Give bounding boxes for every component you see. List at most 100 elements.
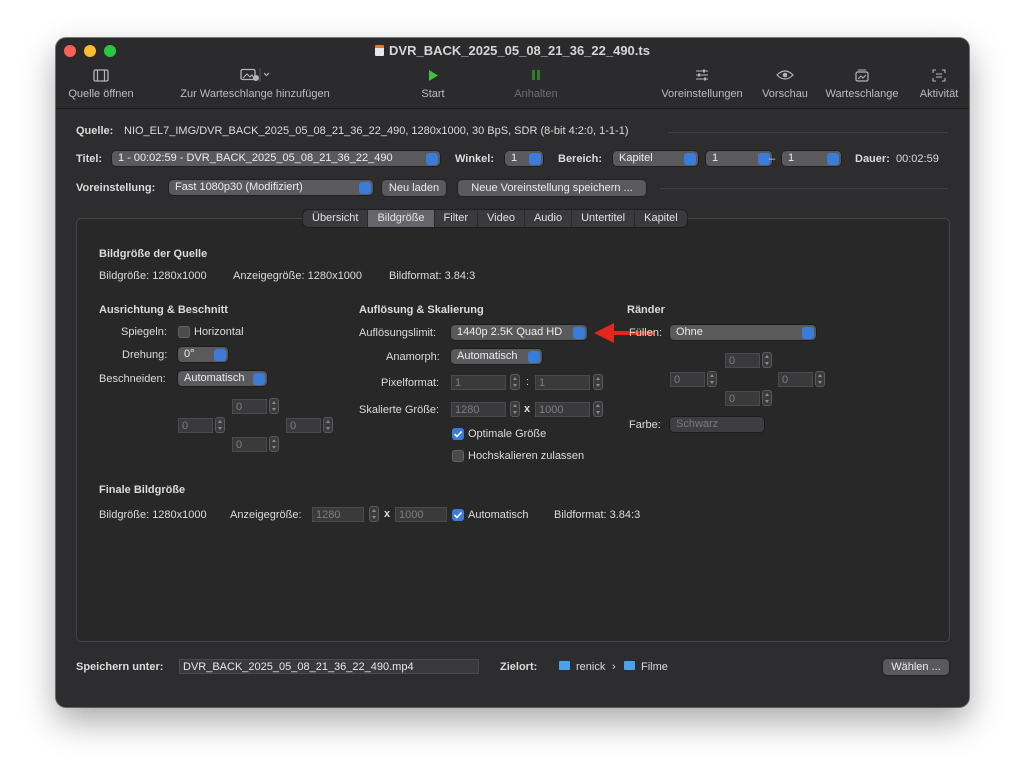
crop-mode-select[interactable]: Automatisch bbox=[178, 371, 267, 386]
crop-left-stepper[interactable] bbox=[215, 417, 225, 433]
activity-icon bbox=[932, 68, 946, 82]
mirror-horizontal-checkbox[interactable] bbox=[178, 326, 190, 338]
rotation-select[interactable]: 0° bbox=[178, 347, 228, 362]
start-button[interactable]: Start bbox=[408, 66, 458, 100]
tab-video[interactable]: Video bbox=[478, 210, 525, 227]
final-display-width-stepper[interactable] bbox=[369, 506, 379, 522]
tab-filter[interactable]: Filter bbox=[435, 210, 478, 227]
source-display-size: Anzeigegröße: 1280x1000 bbox=[233, 270, 363, 282]
tab-subtitles[interactable]: Untertitel bbox=[572, 210, 636, 227]
title-select[interactable]: 1 - 00:02:59 - DVR_BACK_2025_05_08_21_36… bbox=[112, 151, 440, 166]
crop-top-field[interactable]: 0 bbox=[232, 399, 267, 414]
allow-upscale-checkbox[interactable] bbox=[452, 450, 464, 462]
final-display-label: Anzeigegröße: bbox=[230, 509, 302, 521]
tab-dimensions[interactable]: Bildgröße bbox=[368, 210, 435, 227]
final-display-x: x bbox=[384, 508, 391, 520]
tab-overview[interactable]: Übersicht bbox=[303, 210, 369, 227]
save-as-label: Speichern unter: bbox=[76, 661, 164, 673]
anamorphic-label: Anamorph: bbox=[386, 351, 440, 363]
pixel-height-field[interactable]: 1 bbox=[535, 375, 590, 390]
presets-button[interactable]: Voreinstellungen bbox=[657, 66, 747, 100]
crop-bottom-field[interactable]: 0 bbox=[232, 437, 267, 452]
resolution-limit-select[interactable]: 1440p 2.5K Quad HD bbox=[451, 325, 587, 340]
rotation-label: Drehung: bbox=[122, 349, 168, 361]
preset-separator bbox=[660, 188, 948, 189]
range-type-select[interactable]: Kapitel bbox=[613, 151, 698, 166]
crop-bottom-stepper[interactable] bbox=[269, 436, 279, 452]
optimal-size-checkbox[interactable] bbox=[452, 428, 464, 440]
tab-bar: Übersicht Bildgröße Filter Video Audio U… bbox=[303, 210, 687, 227]
final-display-height-field[interactable]: 1000 bbox=[395, 507, 447, 522]
add-to-queue-icon bbox=[240, 68, 270, 82]
reload-preset-button[interactable]: Neu laden bbox=[382, 180, 446, 196]
checkmark-icon bbox=[453, 511, 463, 519]
add-to-queue-label: Zur Warteschlange hinzufügen bbox=[180, 88, 330, 100]
folder-icon bbox=[559, 661, 570, 670]
border-color-select[interactable]: Schwarz bbox=[670, 417, 764, 432]
open-source-button[interactable]: Quelle öffnen bbox=[64, 66, 138, 100]
range-to-select[interactable]: 1 bbox=[782, 151, 841, 166]
border-right-field[interactable]: 0 bbox=[778, 372, 813, 387]
final-size-value: Bildgröße: 1280x1000 bbox=[99, 509, 207, 521]
checkmark-icon bbox=[453, 430, 463, 438]
crop-right-field[interactable]: 0 bbox=[286, 418, 321, 433]
border-top-stepper[interactable] bbox=[762, 352, 772, 368]
source-separator bbox=[668, 132, 948, 133]
crop-left-field[interactable]: 0 bbox=[178, 418, 213, 433]
border-left-field[interactable]: 0 bbox=[670, 372, 705, 387]
chevron-updown-icon bbox=[827, 152, 839, 165]
eye-icon bbox=[776, 70, 794, 80]
preset-select[interactable]: Fast 1080p30 (Modifiziert) bbox=[169, 180, 373, 195]
activity-label: Aktivität bbox=[919, 88, 959, 100]
destination-folder[interactable]: Filme bbox=[641, 661, 668, 673]
scaled-width-stepper[interactable] bbox=[510, 401, 520, 417]
pixel-width-stepper[interactable] bbox=[510, 374, 520, 390]
presets-label: Voreinstellungen bbox=[661, 88, 743, 100]
angle-select[interactable]: 1 bbox=[505, 151, 543, 166]
scaled-height-field[interactable]: 1000 bbox=[535, 402, 590, 417]
activity-button[interactable]: Aktivität bbox=[914, 66, 964, 100]
chevron-updown-icon bbox=[529, 152, 541, 165]
final-automatic-label: Automatisch bbox=[468, 509, 529, 521]
queue-button[interactable]: Warteschlange bbox=[820, 66, 904, 100]
scaled-width-field[interactable]: 1280 bbox=[451, 402, 506, 417]
final-automatic-checkbox[interactable] bbox=[452, 509, 464, 521]
add-to-queue-button[interactable]: Zur Warteschlange hinzufügen bbox=[172, 66, 338, 100]
border-top-field[interactable]: 0 bbox=[725, 353, 760, 368]
sliders-icon bbox=[696, 69, 708, 81]
chevron-updown-icon bbox=[684, 152, 696, 165]
border-bottom-stepper[interactable] bbox=[762, 390, 772, 406]
angle-label: Winkel: bbox=[455, 153, 495, 165]
crop-right-stepper[interactable] bbox=[323, 417, 333, 433]
source-label: Quelle: bbox=[76, 125, 114, 137]
choose-destination-button[interactable]: Wählen ... bbox=[883, 659, 949, 675]
pixel-height-stepper[interactable] bbox=[593, 374, 603, 390]
crop-top-stepper[interactable] bbox=[269, 398, 279, 414]
anamorphic-value: Automatisch bbox=[457, 350, 518, 362]
tab-audio[interactable]: Audio bbox=[525, 210, 573, 227]
fill-select[interactable]: Ohne bbox=[670, 325, 816, 340]
scaled-height-stepper[interactable] bbox=[593, 401, 603, 417]
source-size-heading: Bildgröße der Quelle bbox=[99, 248, 208, 260]
save-new-preset-button[interactable]: Neue Voreinstellung speichern ... bbox=[458, 180, 646, 196]
source-aspect: Bildformat: 3.84:3 bbox=[389, 270, 476, 282]
border-color-value: Schwarz bbox=[676, 418, 719, 430]
range-to-value: 1 bbox=[788, 152, 795, 164]
destination-label: Zielort: bbox=[500, 661, 538, 673]
scaled-x: x bbox=[524, 403, 531, 415]
title-bar: DVR_BACK_2025_05_08_21_36_22_490.ts Quel… bbox=[56, 38, 969, 109]
pixel-width-field[interactable]: 1 bbox=[451, 375, 506, 390]
border-right-stepper[interactable] bbox=[815, 371, 825, 387]
anamorphic-select[interactable]: Automatisch bbox=[451, 349, 542, 364]
range-from-select[interactable]: 1 bbox=[706, 151, 772, 166]
preview-button[interactable]: Vorschau bbox=[757, 66, 813, 100]
chevron-down-icon bbox=[359, 181, 371, 194]
tab-chapters[interactable]: Kapitel bbox=[635, 210, 687, 227]
border-left-stepper[interactable] bbox=[707, 371, 717, 387]
scaled-size-label: Skalierte Größe: bbox=[359, 404, 440, 416]
border-bottom-field[interactable]: 0 bbox=[725, 391, 760, 406]
destination-user[interactable]: renick bbox=[576, 661, 605, 673]
final-display-width-field[interactable]: 1280 bbox=[312, 507, 364, 522]
filename-input[interactable]: DVR_BACK_2025_05_08_21_36_22_490.mp4 bbox=[179, 659, 479, 674]
pause-button[interactable]: Anhalten bbox=[508, 66, 564, 100]
